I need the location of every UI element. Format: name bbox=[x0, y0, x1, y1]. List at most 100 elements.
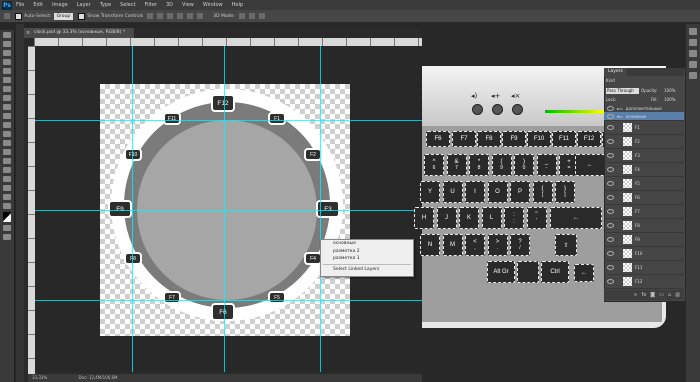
keyboard-key[interactable]: F8 bbox=[477, 131, 501, 147]
opacity-value[interactable]: 100% bbox=[664, 88, 675, 93]
keyboard-key[interactable]: ? / bbox=[510, 234, 530, 256]
3d-drag-icon[interactable] bbox=[258, 13, 265, 19]
layer-row[interactable]: F8 bbox=[604, 219, 684, 233]
layer-name[interactable]: F9 bbox=[635, 237, 640, 242]
move-tool-icon[interactable] bbox=[3, 32, 11, 38]
keyboard-key[interactable]: * 8 bbox=[469, 154, 489, 176]
visibility-eye-icon[interactable] bbox=[607, 125, 614, 130]
layer-row[interactable]: F7 bbox=[604, 205, 684, 219]
gradient-tool-icon[interactable] bbox=[3, 131, 11, 137]
auto-select-dropdown[interactable]: Group bbox=[53, 12, 74, 20]
blend-mode-dropdown[interactable]: Pass Through bbox=[606, 88, 639, 94]
layer-name[interactable]: дополнительные bbox=[626, 106, 662, 111]
visibility-eye-icon[interactable] bbox=[607, 195, 614, 200]
screen-mode-icon[interactable] bbox=[3, 234, 11, 240]
paths-dock-icon[interactable] bbox=[689, 50, 697, 57]
layer-row[interactable]: F2 bbox=[604, 135, 684, 149]
color-swatches-icon[interactable] bbox=[3, 212, 11, 222]
layers-tab-label[interactable]: Layers bbox=[604, 68, 627, 76]
visibility-eye-icon[interactable] bbox=[607, 237, 614, 242]
align-top-icon[interactable] bbox=[147, 13, 154, 19]
keyboard-key[interactable]: F10 bbox=[527, 131, 551, 147]
healing-tool-icon[interactable] bbox=[3, 86, 11, 92]
link-layers-icon[interactable]: ∞ bbox=[633, 292, 637, 298]
keyboard-key[interactable]: >. bbox=[487, 234, 508, 256]
keyboard-key[interactable]: U bbox=[442, 181, 463, 203]
quick-mask-icon[interactable] bbox=[3, 225, 11, 231]
transform-controls-checkbox[interactable] bbox=[78, 12, 86, 20]
guide-horizontal[interactable] bbox=[35, 120, 422, 121]
visibility-eye-icon[interactable] bbox=[607, 251, 614, 256]
fkey-f1[interactable]: F1 bbox=[268, 112, 286, 125]
keyboard-key[interactable]: F9 bbox=[502, 131, 526, 147]
visibility-eye-icon[interactable] bbox=[607, 167, 614, 172]
menu-layer[interactable]: Layer bbox=[77, 2, 91, 8]
path-select-tool-icon[interactable] bbox=[3, 176, 11, 182]
arrow-left-key[interactable]: ← bbox=[574, 264, 594, 282]
visibility-eye-icon[interactable] bbox=[607, 139, 614, 144]
keyboard-key[interactable]: L bbox=[481, 207, 502, 229]
guide-vertical[interactable] bbox=[224, 46, 225, 372]
keyboard-key[interactable]: J bbox=[436, 207, 457, 229]
layer-row[interactable]: F4 bbox=[604, 163, 684, 177]
fkey-f9[interactable]: F9 bbox=[108, 200, 132, 218]
keyboard-key[interactable]: F7 bbox=[452, 131, 476, 147]
new-layer-icon[interactable]: ▫ bbox=[668, 292, 671, 298]
layers-dock-icon[interactable] bbox=[689, 28, 697, 35]
align-left-icon[interactable] bbox=[177, 13, 184, 19]
new-group-icon[interactable]: ▭ bbox=[659, 292, 664, 298]
type-tool-icon[interactable] bbox=[3, 167, 11, 173]
fkey-f12[interactable]: F12 bbox=[211, 94, 235, 112]
fkey-f7[interactable]: F7 bbox=[163, 291, 181, 304]
keyboard-key[interactable]: _ - bbox=[536, 154, 557, 176]
guide-vertical[interactable] bbox=[320, 46, 321, 372]
close-tab-icon[interactable]: × bbox=[26, 28, 34, 38]
auto-select-option[interactable]: Auto-Select: Group bbox=[15, 12, 74, 20]
mask-icon[interactable]: ◙ bbox=[650, 292, 655, 298]
visibility-eye-icon[interactable] bbox=[607, 105, 614, 111]
layer-row[interactable]: F6 bbox=[604, 191, 684, 205]
context-menu-item[interactable]: основные bbox=[321, 240, 413, 248]
visibility-eye-icon[interactable] bbox=[607, 209, 614, 214]
transform-controls-option[interactable]: Show Transform Controls bbox=[78, 12, 143, 20]
menu-file[interactable]: File bbox=[16, 2, 24, 8]
keyboard-key[interactable]: ^ 6 bbox=[424, 154, 444, 176]
keyboard-key[interactable]: :; bbox=[504, 207, 524, 229]
delete-layer-icon[interactable]: ▥ bbox=[675, 292, 680, 298]
3d-roll-icon[interactable] bbox=[248, 13, 255, 19]
history-brush-icon[interactable] bbox=[3, 113, 11, 119]
menu-help[interactable]: Help bbox=[232, 2, 243, 8]
layer-name[interactable]: F6 bbox=[635, 195, 640, 200]
layer-row[interactable]: F10 bbox=[604, 247, 684, 261]
fx-icon[interactable]: fx bbox=[642, 292, 647, 298]
keyboard-key[interactable]: K bbox=[459, 207, 479, 229]
align-center-icon[interactable] bbox=[187, 13, 194, 19]
layer-row[interactable]: F9 bbox=[604, 233, 684, 247]
layer-name[interactable]: F12 bbox=[635, 279, 642, 284]
align-middle-icon[interactable] bbox=[157, 13, 164, 19]
keyboard-key[interactable]: I bbox=[465, 181, 485, 203]
select-linked-layers-item[interactable]: Select Linked Layers bbox=[321, 266, 413, 274]
align-right-icon[interactable] bbox=[197, 13, 204, 19]
layer-name[interactable]: основные bbox=[626, 114, 646, 119]
pen-tool-icon[interactable] bbox=[3, 158, 11, 164]
fkey-f10[interactable]: F10 bbox=[124, 148, 142, 161]
layer-row[interactable]: F3 bbox=[604, 149, 684, 163]
keyboard-key[interactable]: & 7 bbox=[446, 154, 467, 176]
visibility-eye-icon[interactable] bbox=[607, 153, 614, 158]
filter-kind[interactable]: Kind bbox=[606, 78, 615, 83]
visibility-eye-icon[interactable] bbox=[607, 181, 614, 186]
brush-tool-icon[interactable] bbox=[3, 95, 11, 101]
enter-key[interactable]: ← bbox=[550, 207, 602, 229]
visibility-eye-icon[interactable] bbox=[607, 265, 614, 270]
layer-row[interactable]: F1 bbox=[604, 121, 684, 135]
crop-tool-icon[interactable] bbox=[3, 68, 11, 74]
adjustments-dock-icon[interactable] bbox=[689, 61, 697, 68]
menu-edit[interactable]: Edit bbox=[33, 2, 43, 8]
align-bottom-icon[interactable] bbox=[167, 13, 174, 19]
keyboard-key[interactable]: F11 bbox=[552, 131, 576, 147]
keyboard-key[interactable]: F6 bbox=[426, 131, 450, 147]
zoom-level[interactable]: 33,33% bbox=[32, 375, 47, 380]
visibility-eye-icon[interactable] bbox=[607, 279, 614, 284]
keyboard-key[interactable]: Y bbox=[420, 181, 440, 203]
